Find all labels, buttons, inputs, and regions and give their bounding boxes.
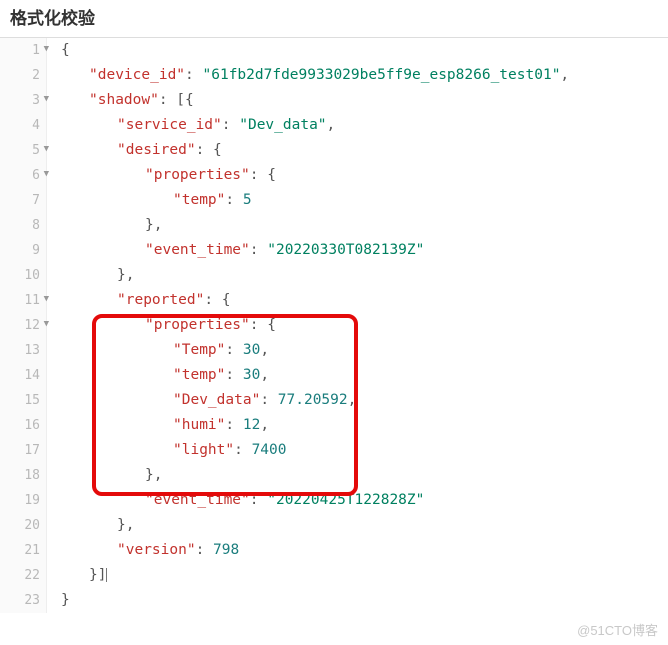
json-string: "Dev_data" [239, 117, 326, 133]
line-number: 7 [0, 188, 47, 213]
fold-toggle-icon[interactable]: ▼ [44, 170, 49, 179]
fold-toggle-icon[interactable]: ▼ [44, 45, 49, 54]
fold-toggle-icon[interactable]: ▼ [44, 145, 49, 154]
json-key: "event_time" [145, 242, 250, 258]
code-line: 2 "device_id": "61fb2d7fde9933029be5ff9e… [0, 63, 668, 88]
line-number: 23 [0, 588, 47, 613]
code-line: 17 "light": 7400 [0, 438, 668, 463]
line-number: 4 [0, 113, 47, 138]
code-line: 20 }, [0, 513, 668, 538]
line-number: 2 [0, 63, 47, 88]
line-number: 14 [0, 363, 47, 388]
watermark: @51CTO博客 [577, 620, 658, 639]
line-number: 20 [0, 513, 47, 538]
line-number: 6 ▼ [0, 163, 47, 188]
json-number: 12 [243, 417, 260, 433]
code-line: 16 "humi": 12, [0, 413, 668, 438]
line-number: 18 [0, 463, 47, 488]
json-key: "temp" [173, 367, 225, 383]
json-key: "humi" [173, 417, 225, 433]
json-number: 30 [243, 367, 260, 383]
line-number: 8 [0, 213, 47, 238]
code-line: 23 } [0, 588, 668, 613]
json-key: "service_id" [117, 117, 222, 133]
json-number: 7400 [252, 442, 287, 458]
json-number: 798 [213, 542, 239, 558]
json-number: 77.20592 [278, 392, 348, 408]
line-number: 10 [0, 263, 47, 288]
code-line: 11 ▼ "reported": { [0, 288, 668, 313]
json-key: "light" [173, 442, 234, 458]
code-line: 19 "event_time": "20220425T122828Z" [0, 488, 668, 513]
line-number: 13 [0, 338, 47, 363]
fold-toggle-icon[interactable]: ▼ [44, 320, 49, 329]
json-key: "Temp" [173, 342, 225, 358]
fold-toggle-icon[interactable]: ▼ [44, 95, 49, 104]
page-title: 格式化校验 [0, 0, 668, 37]
line-number: 15 [0, 388, 47, 413]
code-line: 9 "event_time": "20220330T082139Z" [0, 238, 668, 263]
line-number: 16 [0, 413, 47, 438]
line-number: 21 [0, 538, 47, 563]
json-string: "20220425T122828Z" [267, 492, 424, 508]
json-key: "event_time" [145, 492, 250, 508]
json-number: 30 [243, 342, 260, 358]
code-line: 8 }, [0, 213, 668, 238]
code-line: 15 "Dev_data": 77.20592, [0, 388, 668, 413]
code-line: 14 "temp": 30, [0, 363, 668, 388]
line-number: 5 ▼ [0, 138, 47, 163]
code-line: 3 ▼ "shadow": [{ [0, 88, 668, 113]
json-key: "shadow" [89, 92, 159, 108]
code-line: 21 "version": 798 [0, 538, 668, 563]
line-number: 3 ▼ [0, 88, 47, 113]
code-line: 1 ▼ { [0, 38, 668, 63]
code-line: 13 "Temp": 30, [0, 338, 668, 363]
line-number: 17 [0, 438, 47, 463]
json-key: "version" [117, 542, 196, 558]
json-key: "properties" [145, 317, 250, 333]
fold-toggle-icon[interactable]: ▼ [44, 295, 49, 304]
json-string: "61fb2d7fde9933029be5ff9e_esp8266_test01… [203, 67, 561, 83]
line-number: 11 ▼ [0, 288, 47, 313]
line-number: 1 ▼ [0, 38, 47, 63]
line-number: 12 ▼ [0, 313, 47, 338]
line-number: 9 [0, 238, 47, 263]
json-key: "Dev_data" [173, 392, 260, 408]
code-line: 18 }, [0, 463, 668, 488]
line-number: 22 [0, 563, 47, 588]
json-key: "temp" [173, 192, 225, 208]
json-string: "20220330T082139Z" [267, 242, 424, 258]
code-line: 4 "service_id": "Dev_data", [0, 113, 668, 138]
json-key: "desired" [117, 142, 196, 158]
line-number: 19 [0, 488, 47, 513]
json-key: "properties" [145, 167, 250, 183]
code-line: 12 ▼ "properties": { [0, 313, 668, 338]
json-key: "reported" [117, 292, 204, 308]
code-line: 10 }, [0, 263, 668, 288]
code-line: 7 "temp": 5 [0, 188, 668, 213]
code-line: 6 ▼ "properties": { [0, 163, 668, 188]
code-line: 5 ▼ "desired": { [0, 138, 668, 163]
json-number: 5 [243, 192, 252, 208]
json-editor[interactable]: 1 ▼ { 2 "device_id": "61fb2d7fde9933029b… [0, 37, 668, 613]
code-line: 22 }] [0, 563, 668, 588]
json-key: "device_id" [89, 67, 185, 83]
